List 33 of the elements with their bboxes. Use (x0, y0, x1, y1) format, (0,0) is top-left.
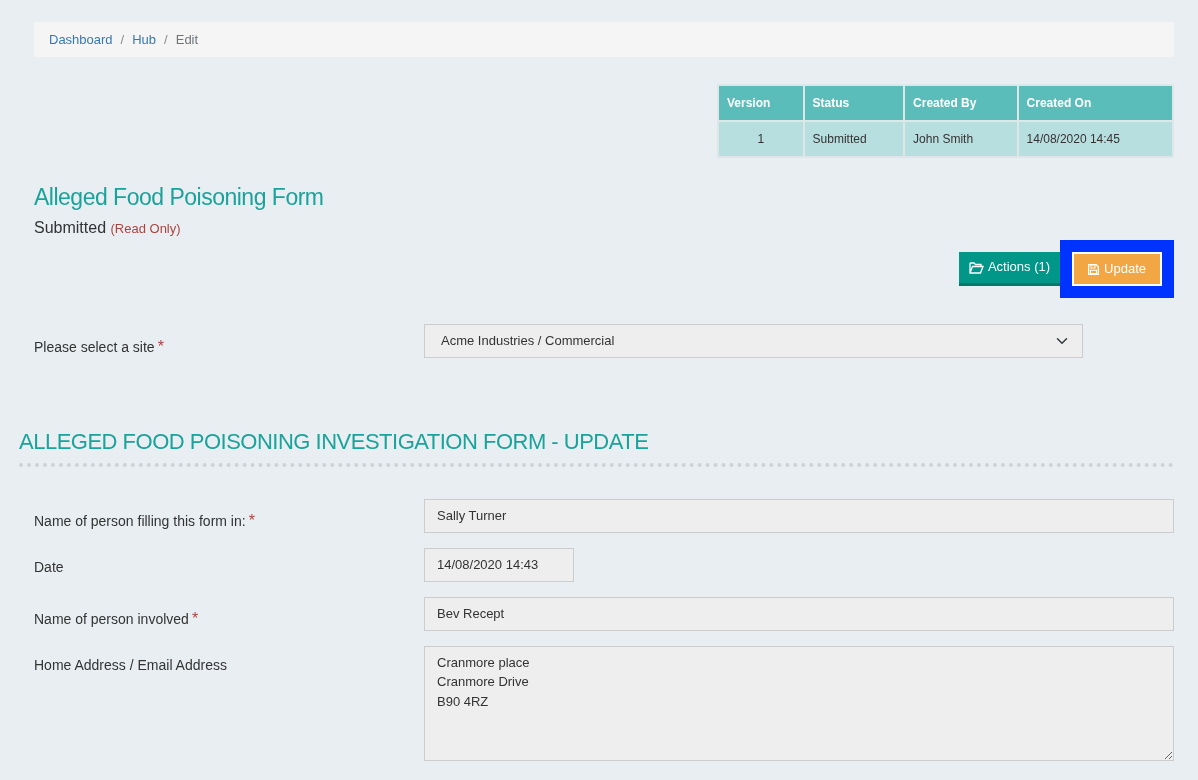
breadcrumb-separator: / (120, 30, 125, 49)
breadcrumb-current: Edit (175, 30, 199, 49)
save-icon (1088, 263, 1100, 275)
input-field[interactable]: Sally Turner (424, 499, 1174, 533)
column-header: Created By (904, 85, 1018, 121)
field-label: Date (34, 559, 64, 575)
field-label: Please select a site (34, 338, 155, 355)
input-field[interactable]: Bev Recept (424, 597, 1174, 631)
table-cell: 14/08/2020 14:45 (1017, 121, 1173, 157)
breadcrumb-link[interactable]: Hub (132, 29, 157, 50)
field-label: Home Address / Email Address (34, 657, 227, 673)
site-select[interactable]: Acme Industries / Commercial (424, 323, 1083, 358)
column-header: Version (718, 85, 804, 121)
column-header: Status (803, 85, 905, 121)
date-field[interactable]: 14/08/2020 14:43 (424, 548, 574, 582)
section-title: ALLEGED FOOD POISONING INVESTIGATION FORM - UPDATE (19, 428, 650, 455)
column-header: Created On (1017, 85, 1173, 121)
field-label: Name of person involved (34, 611, 189, 627)
breadcrumb-link[interactable]: Dashboard (49, 29, 113, 50)
table-cell: Submitted (803, 121, 905, 157)
address-field[interactable]: Cranmore place Cranmore Drive B90 4RZ (424, 646, 1174, 761)
read-only-note: (Read Only) (110, 220, 181, 236)
table-cell: 1 (718, 121, 804, 157)
status-text: Submitted (34, 218, 107, 236)
form-title: Alleged Food Poisoning Form (34, 184, 325, 212)
folder-icon (968, 261, 984, 274)
table-cell: John Smith (904, 121, 1018, 157)
required-mark: * (191, 610, 199, 627)
field-label: Name of person filling this form in: (34, 513, 246, 529)
required-mark: * (157, 337, 164, 355)
actions-button[interactable]: Actions (1) (958, 251, 1061, 286)
required-mark: * (248, 512, 255, 529)
breadcrumb-separator: / (164, 30, 168, 49)
